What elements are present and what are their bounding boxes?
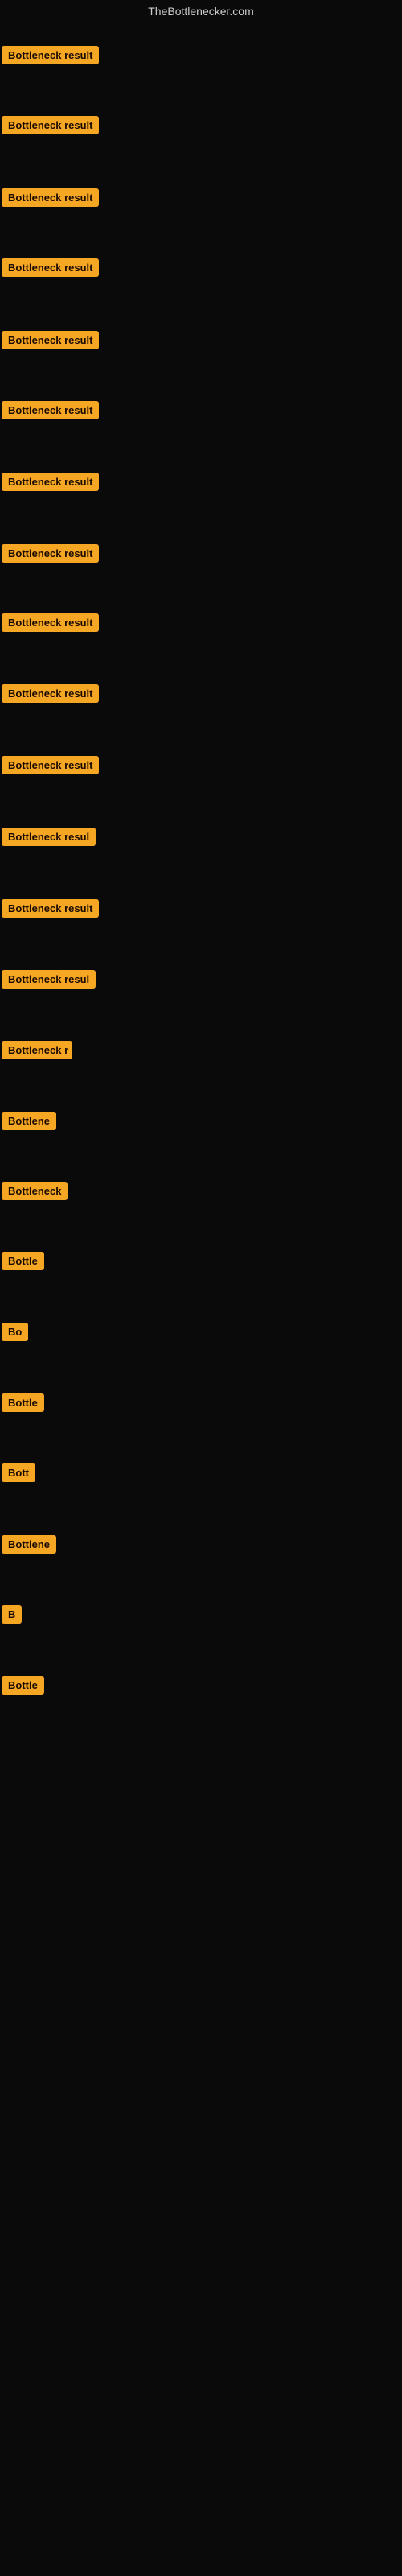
bottleneck-badge-10[interactable]: Bottleneck result	[2, 684, 99, 703]
bottleneck-row-24: Bottle	[2, 1676, 44, 1699]
bottleneck-row-7: Bottleneck result	[2, 473, 99, 495]
bottleneck-badge-1[interactable]: Bottleneck result	[2, 46, 99, 64]
bottleneck-badge-2[interactable]: Bottleneck result	[2, 116, 99, 134]
bottleneck-row-1: Bottleneck result	[2, 46, 99, 68]
bottleneck-row-9: Bottleneck result	[2, 613, 99, 636]
site-title: TheBottlenecker.com	[0, 0, 402, 23]
bottleneck-badge-18[interactable]: Bottle	[2, 1252, 44, 1270]
bottleneck-row-10: Bottleneck result	[2, 684, 99, 707]
bottleneck-badge-23[interactable]: B	[2, 1605, 22, 1624]
bottleneck-badge-7[interactable]: Bottleneck result	[2, 473, 99, 491]
bottleneck-row-22: Bottlene	[2, 1535, 56, 1558]
bottleneck-row-6: Bottleneck result	[2, 401, 99, 423]
bottleneck-row-14: Bottleneck resul	[2, 970, 96, 993]
bottleneck-row-19: Bo	[2, 1323, 28, 1345]
bottleneck-badge-5[interactable]: Bottleneck result	[2, 331, 99, 349]
bottleneck-row-2: Bottleneck result	[2, 116, 99, 138]
bottleneck-row-12: Bottleneck resul	[2, 828, 96, 850]
bottleneck-row-16: Bottlene	[2, 1112, 56, 1134]
bottleneck-badge-20[interactable]: Bottle	[2, 1393, 44, 1412]
bottleneck-badge-17[interactable]: Bottleneck	[2, 1182, 68, 1200]
bottleneck-row-13: Bottleneck result	[2, 899, 99, 922]
bottleneck-row-3: Bottleneck result	[2, 188, 99, 211]
bottleneck-badge-22[interactable]: Bottlene	[2, 1535, 56, 1554]
bottleneck-row-4: Bottleneck result	[2, 258, 99, 281]
bottleneck-badge-14[interactable]: Bottleneck resul	[2, 970, 96, 989]
bottleneck-row-21: Bott	[2, 1463, 35, 1486]
bottleneck-badge-6[interactable]: Bottleneck result	[2, 401, 99, 419]
bottleneck-row-18: Bottle	[2, 1252, 44, 1274]
bottleneck-badge-12[interactable]: Bottleneck resul	[2, 828, 96, 846]
bottleneck-row-15: Bottleneck r	[2, 1041, 72, 1063]
bottleneck-row-20: Bottle	[2, 1393, 44, 1416]
bottleneck-badge-21[interactable]: Bott	[2, 1463, 35, 1482]
bottleneck-badge-24[interactable]: Bottle	[2, 1676, 44, 1695]
bottleneck-row-8: Bottleneck result	[2, 544, 99, 567]
bottleneck-row-11: Bottleneck result	[2, 756, 99, 778]
bottleneck-badge-8[interactable]: Bottleneck result	[2, 544, 99, 563]
bottleneck-badge-13[interactable]: Bottleneck result	[2, 899, 99, 918]
bottleneck-badge-11[interactable]: Bottleneck result	[2, 756, 99, 774]
bottleneck-row-23: B	[2, 1605, 22, 1628]
bottleneck-badge-16[interactable]: Bottlene	[2, 1112, 56, 1130]
bottleneck-badge-19[interactable]: Bo	[2, 1323, 28, 1341]
bottleneck-badge-3[interactable]: Bottleneck result	[2, 188, 99, 207]
bottleneck-row-17: Bottleneck	[2, 1182, 68, 1204]
bottleneck-badge-9[interactable]: Bottleneck result	[2, 613, 99, 632]
bottleneck-row-5: Bottleneck result	[2, 331, 99, 353]
bottleneck-badge-4[interactable]: Bottleneck result	[2, 258, 99, 277]
bottleneck-badge-15[interactable]: Bottleneck r	[2, 1041, 72, 1059]
